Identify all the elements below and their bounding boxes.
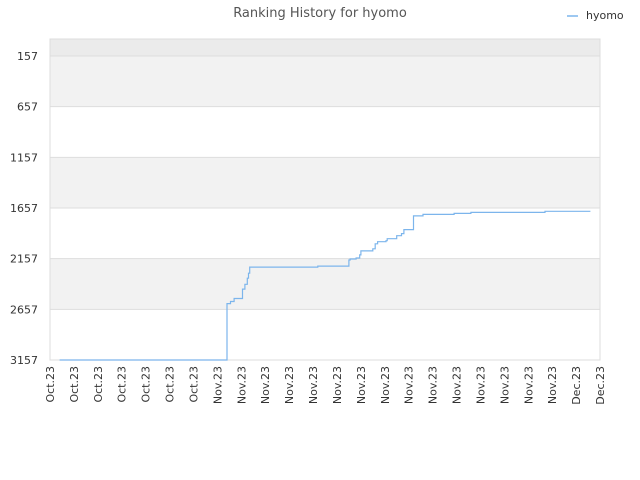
y-tick-label: 1657 [10,202,38,215]
band-top [50,39,600,56]
x-tick-label: Nov.23 [403,366,416,404]
x-tick-label: Nov.23 [235,366,248,404]
x-tick-label: Nov.23 [331,366,344,404]
y-tick-label: 157 [17,50,38,63]
x-tick-label: Nov.23 [498,366,511,404]
x-tick-label: Oct.23 [116,366,129,403]
x-tick-label: Dec.23 [570,366,583,405]
y-tick-label: 2157 [10,253,38,266]
x-tick-label: Oct.23 [187,366,200,403]
x-tick-label: Nov.23 [307,366,320,404]
y-tick-label: 2657 [10,303,38,316]
x-tick-label: Nov.23 [546,366,559,404]
band [50,157,600,208]
x-tick-label: Nov.23 [211,366,224,404]
x-tick-label: Oct.23 [68,366,81,403]
x-tick-label: Oct.23 [44,366,57,403]
plot-bands [50,39,600,310]
band [50,56,600,107]
x-tick-label: Oct.23 [92,366,105,403]
y-tick-label: 1157 [10,151,38,164]
ranking-chart: Ranking History for hyomo hyomo 157 657 11… [10,6,624,405]
x-tick-label: Nov.23 [474,366,487,404]
x-tick-label: Nov.23 [379,366,392,404]
x-tick-label: Nov.23 [355,366,368,404]
chart-title: Ranking History for hyomo [233,6,407,21]
x-tick-label: Nov.23 [427,366,440,404]
y-tick-label: 657 [17,101,38,114]
legend-label-hyomo: hyomo [586,9,624,22]
y-axis-ticks: 157 657 1157 1657 2157 2657 3157 [10,50,38,367]
x-tick-label: Nov.23 [283,366,296,404]
x-tick-label: Oct.23 [140,366,153,403]
x-tick-label: Nov.23 [451,366,464,404]
x-axis-ticks: Oct.23 Oct.23 Oct.23 Oct.23 Oct.23 Oct.23 Oct.… [44,366,607,405]
x-tick-label: Dec.23 [594,366,607,405]
y-tick-label: 3157 [10,354,38,367]
x-tick-label: Nov.23 [259,366,272,404]
x-tick-label: Nov.23 [522,366,535,404]
x-tick-label: Oct.23 [164,366,177,403]
legend[interactable]: hyomo [567,9,624,22]
